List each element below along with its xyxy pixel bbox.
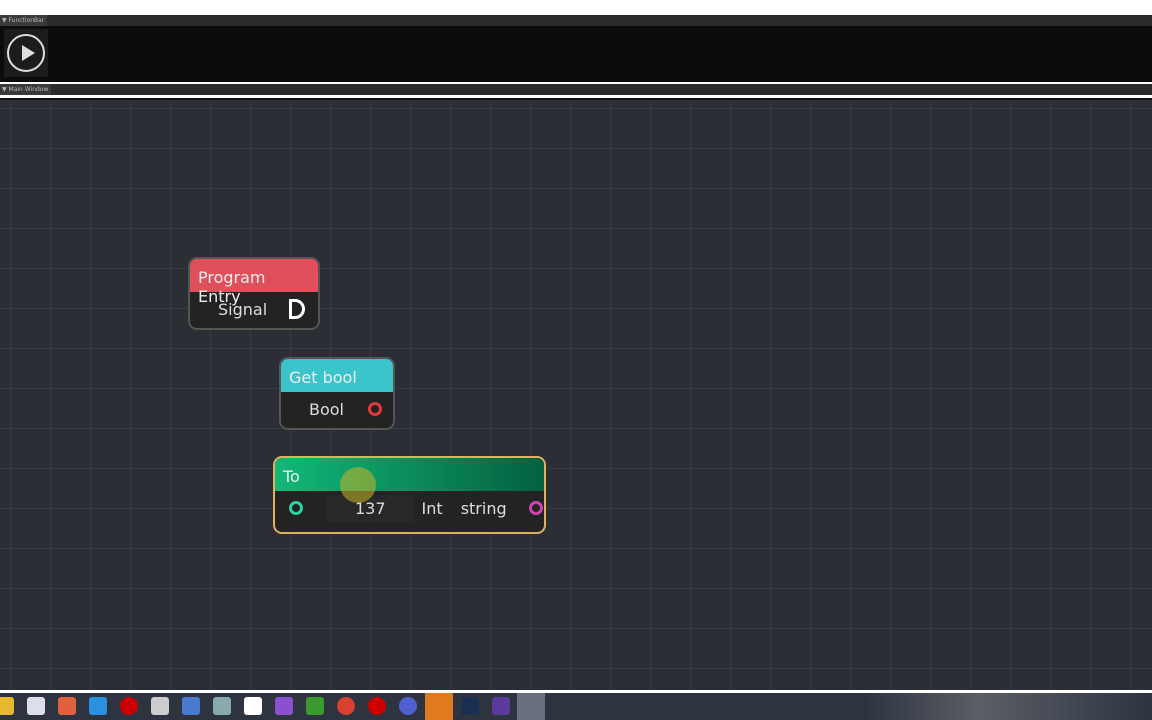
- taskbar-mail-icon[interactable]: [89, 697, 107, 715]
- to-type-label: string: [460, 498, 507, 518]
- output-label: Bool: [309, 399, 344, 419]
- taskbar-notepad-icon[interactable]: [244, 697, 262, 715]
- taskbar-file-explorer-icon[interactable]: [0, 697, 14, 715]
- bool-output-port-icon[interactable]: [368, 402, 382, 416]
- node-get-bool[interactable]: Get bool Bool: [279, 357, 395, 430]
- taskbar-active-app-icon[interactable]: [517, 693, 545, 720]
- function-bar-header[interactable]: ▼ FunctionBar: [0, 15, 1152, 26]
- play-icon: [7, 34, 45, 72]
- taskbar-calculator-icon[interactable]: [213, 697, 231, 715]
- from-type-label: Int: [421, 498, 443, 518]
- node-title: To: [275, 458, 544, 491]
- node-to[interactable]: To 137 Int string: [273, 456, 546, 534]
- output-label: Signal: [218, 299, 268, 319]
- taskbar-discord-icon[interactable]: [399, 697, 417, 715]
- taskbar-store-icon[interactable]: [27, 697, 45, 715]
- taskbar-minecraft-icon[interactable]: [306, 697, 324, 715]
- taskbar-app-icon[interactable]: [58, 697, 76, 715]
- value-input[interactable]: 137: [327, 494, 414, 522]
- function-bar-title: FunctionBar: [8, 17, 45, 24]
- node-canvas[interactable]: Program Entry Signal Get bool Bool To 13…: [0, 98, 1152, 690]
- play-button[interactable]: [4, 29, 48, 77]
- taskbar-terminal-icon[interactable]: [492, 697, 510, 715]
- taskbar-paint-icon[interactable]: [151, 697, 169, 715]
- taskbar-obs-icon[interactable]: [368, 697, 386, 715]
- taskbar-remote-desktop-icon[interactable]: [182, 697, 200, 715]
- taskbar-chrome-icon[interactable]: [337, 697, 355, 715]
- node-title: Get bool: [281, 359, 393, 392]
- signal-output-port-icon[interactable]: [289, 299, 306, 319]
- function-bar: [0, 26, 1152, 82]
- taskbar-recorder-icon[interactable]: [120, 697, 138, 715]
- taskbar-app-orange-icon[interactable]: [425, 693, 453, 720]
- node-program-entry[interactable]: Program Entry Signal: [188, 257, 320, 330]
- main-window-title: Main Window: [8, 86, 49, 93]
- taskbar: [0, 693, 1152, 720]
- taskbar-steam-icon[interactable]: [461, 697, 479, 715]
- main-window-header[interactable]: ▼ Main Window: [0, 84, 1152, 95]
- node-title: Program Entry: [190, 259, 318, 306]
- output-port-icon[interactable]: [528, 501, 543, 515]
- input-port-icon[interactable]: [289, 501, 303, 515]
- cursor-highlight: [340, 467, 376, 503]
- taskbar-visual-studio-icon[interactable]: [275, 697, 293, 715]
